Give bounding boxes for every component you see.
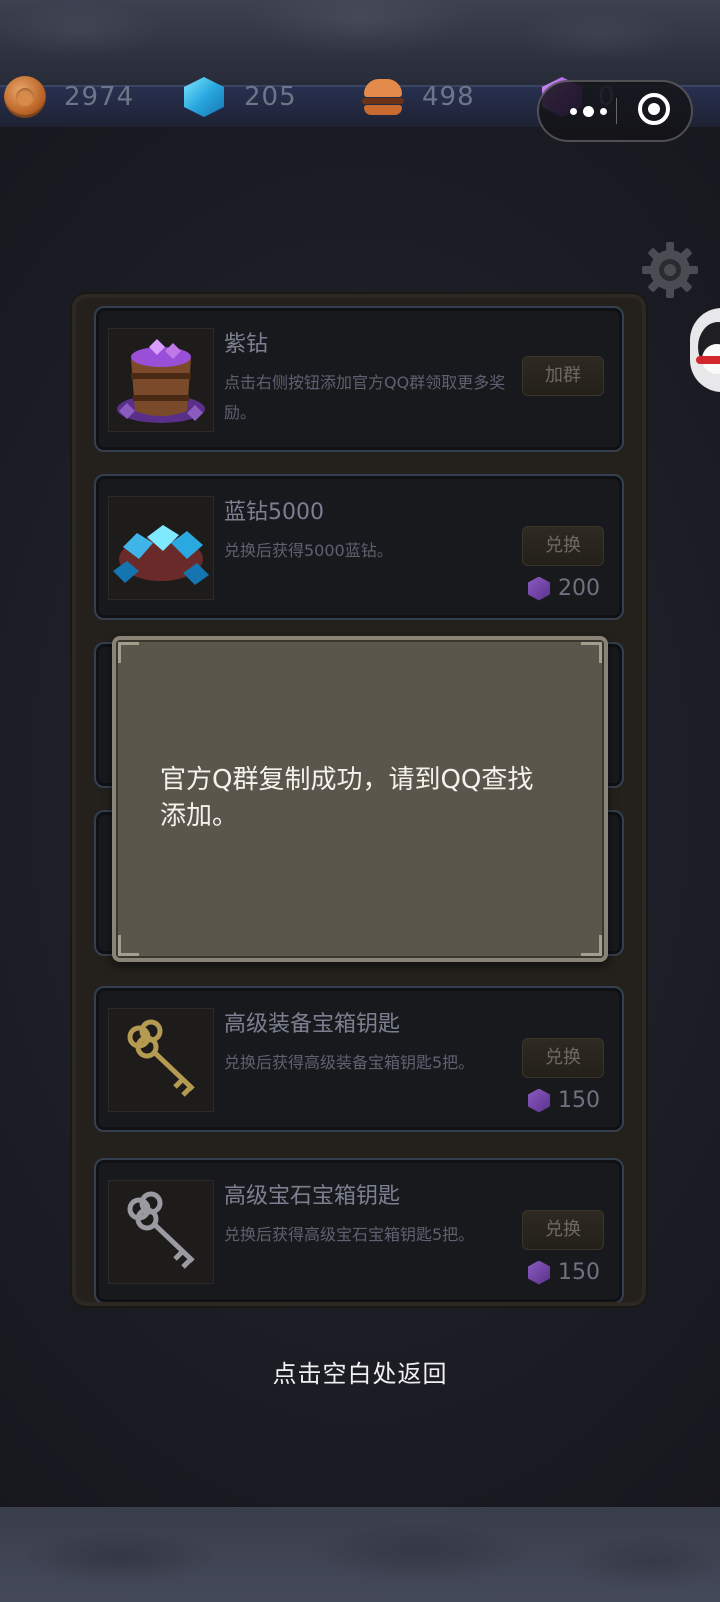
burger-icon <box>362 77 404 117</box>
gear-icon[interactable] <box>640 240 700 300</box>
toast-corner <box>581 935 602 956</box>
exchange-button[interactable]: 兑换 <box>522 1038 604 1078</box>
item-title: 紫钻 <box>224 332 269 357</box>
gold-key-icon <box>108 1008 214 1112</box>
burger-value: 498 <box>422 82 475 112</box>
close-target-icon[interactable] <box>638 93 670 125</box>
coin-value: 2974 <box>64 82 135 112</box>
bottom-background <box>0 1507 720 1602</box>
shop-item: 高级宝石宝箱钥匙 兑换后获得高级宝石宝箱钥匙5把。 兑换 150 <box>94 1158 624 1302</box>
item-price: 150 <box>528 1088 600 1113</box>
silver-key-icon <box>108 1180 214 1284</box>
toast-dialog: 官方Q群复制成功，请到QQ查找添加。 <box>112 636 608 962</box>
more-dots-icon[interactable] <box>561 82 615 140</box>
tap-blank-to-return-hint[interactable]: 点击空白处返回 <box>0 1354 720 1389</box>
shop-item: 蓝钻5000 兑换后获得5000蓝钻。 兑换 200 <box>94 474 624 620</box>
item-description: 兑换后获得高级宝石宝箱钥匙5把。 <box>224 1225 475 1244</box>
item-description: 点击右侧按钮添加官方QQ群领取更多奖励。 <box>224 373 506 422</box>
toast-corner <box>581 642 602 663</box>
blue-diamond-icon <box>184 77 224 117</box>
item-description: 兑换后获得高级装备宝箱钥匙5把。 <box>224 1053 475 1072</box>
item-title: 高级宝石宝箱钥匙 <box>224 1184 401 1209</box>
item-description: 兑换后获得5000蓝钻。 <box>224 541 393 560</box>
toast-corner <box>118 935 139 956</box>
shop-item: 紫钻 点击右侧按钮添加官方QQ群领取更多奖励。 加群 <box>94 306 624 452</box>
price-value: 200 <box>558 576 600 601</box>
miniprogram-capsule <box>537 80 693 142</box>
purple-diamond-icon <box>528 1260 550 1285</box>
capsule-divider <box>616 98 617 124</box>
price-value: 150 <box>558 1260 600 1285</box>
blue-diamond-value: 205 <box>244 82 297 112</box>
price-value: 150 <box>558 1088 600 1113</box>
item-price: 200 <box>528 576 600 601</box>
purple-diamond-icon <box>528 1088 550 1113</box>
currency-coin: 2974 <box>4 72 134 122</box>
purple-diamond-barrel-icon <box>108 328 214 432</box>
shop-item: 高级装备宝箱钥匙 兑换后获得高级装备宝箱钥匙5把。 兑换 150 <box>94 986 624 1132</box>
toast-message: 官方Q群复制成功，请到QQ查找添加。 <box>160 765 534 831</box>
join-group-button[interactable]: 加群 <box>522 356 604 396</box>
coin-icon <box>4 76 46 118</box>
exchange-button[interactable]: 兑换 <box>522 526 604 566</box>
exchange-button[interactable]: 兑换 <box>522 1210 604 1250</box>
toast-corner <box>118 642 139 663</box>
item-title: 蓝钻5000 <box>224 500 324 525</box>
item-price: 150 <box>528 1260 600 1285</box>
item-title: 高级装备宝箱钥匙 <box>224 1012 401 1037</box>
currency-burger: 498 <box>362 72 475 122</box>
blue-diamond-pile-icon <box>108 496 214 600</box>
currency-blue-diamond: 205 <box>182 72 297 122</box>
purple-diamond-icon <box>528 576 550 601</box>
